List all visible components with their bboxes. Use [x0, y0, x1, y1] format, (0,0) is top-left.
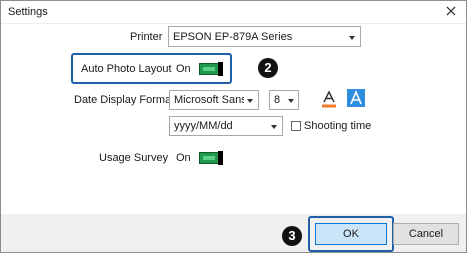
- shooting-time-label: Shooting time: [304, 120, 372, 132]
- auto-photo-layout-state: On: [176, 63, 191, 75]
- toggle-knob: [218, 151, 223, 165]
- callout-badge-3: 3: [282, 226, 302, 246]
- toggle-track: [203, 156, 215, 160]
- auto-photo-layout-toggle[interactable]: [199, 62, 223, 76]
- ok-button-label: OK: [343, 228, 359, 240]
- font-color-icon[interactable]: [321, 90, 337, 108]
- font-size-value: 8: [274, 94, 281, 106]
- toggle-knob: [218, 62, 223, 76]
- date-format-select[interactable]: yyyy/MM/dd: [169, 116, 283, 136]
- dropdown-arrow-icon: [271, 125, 277, 129]
- usage-survey-toggle[interactable]: [199, 151, 223, 165]
- font-size-select[interactable]: 8: [269, 90, 299, 110]
- close-icon[interactable]: [444, 4, 458, 18]
- usage-survey-state: On: [176, 152, 191, 164]
- cancel-button[interactable]: Cancel: [393, 223, 459, 245]
- usage-survey-label: Usage Survey: [99, 152, 169, 164]
- auto-photo-layout-label: Auto Photo Layout: [81, 63, 172, 75]
- dropdown-arrow-icon: [349, 35, 355, 40]
- printer-label: Printer: [130, 31, 163, 43]
- date-format-value: yyyy/MM/dd: [174, 120, 233, 132]
- printer-select[interactable]: EPSON EP-879A Series: [168, 26, 361, 47]
- ok-button[interactable]: OK: [315, 223, 387, 245]
- toggle-track: [203, 67, 215, 71]
- shooting-time-checkbox[interactable]: [291, 121, 301, 131]
- text-effect-icon[interactable]: [347, 89, 365, 107]
- date-display-format-label: Date Display Format: [74, 94, 175, 106]
- font-value: Microsoft Sans Se: [174, 94, 244, 106]
- font-select[interactable]: Microsoft Sans Se: [169, 90, 259, 110]
- callout-badge-2: 2: [258, 58, 278, 78]
- dropdown-arrow-icon: [247, 99, 253, 103]
- window-title: Settings: [8, 6, 48, 18]
- dropdown-arrow-icon: [288, 99, 294, 103]
- printer-value: EPSON EP-879A Series: [173, 30, 293, 43]
- cancel-button-label: Cancel: [408, 228, 444, 240]
- title-bar: Settings: [1, 1, 466, 24]
- settings-window: Settings Printer EPSON EP-879A Series Au…: [0, 0, 467, 253]
